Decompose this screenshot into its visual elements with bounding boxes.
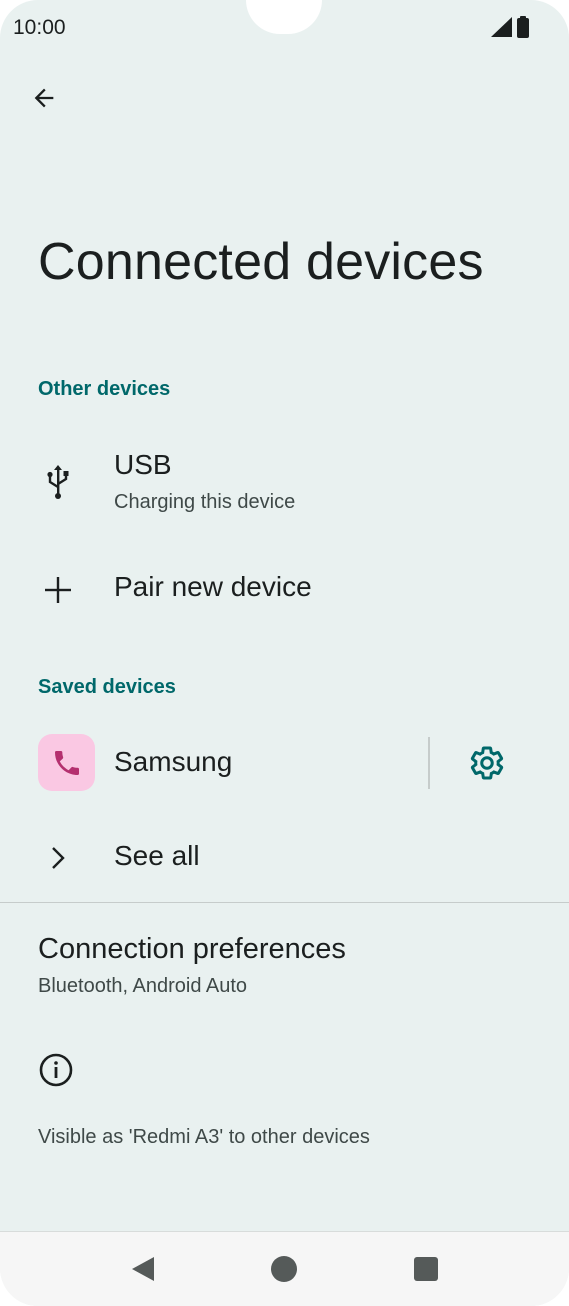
info-icon <box>38 1052 76 1090</box>
usb-row[interactable]: USB Charging this device <box>0 440 569 530</box>
section-header-other-devices: Other devices <box>38 378 171 400</box>
signal-icon <box>491 17 513 41</box>
nav-back-icon <box>132 1257 154 1281</box>
settings-divider <box>428 737 430 789</box>
usb-subtitle: Charging this device <box>114 491 296 513</box>
page-title: Connected devices <box>38 233 484 291</box>
nav-recents-icon <box>414 1257 438 1281</box>
camera-notch <box>246 0 322 34</box>
see-all-row[interactable]: See all <box>0 826 569 890</box>
status-icons <box>491 16 529 42</box>
nav-recents-button[interactable] <box>409 1252 443 1286</box>
see-all-label: See all <box>114 840 200 871</box>
back-button[interactable] <box>26 80 62 116</box>
visibility-info-text: Visible as 'Redmi A3' to other devices <box>38 1126 370 1148</box>
chevron-right-icon <box>38 838 78 878</box>
samsung-settings-button[interactable] <box>466 742 508 784</box>
pair-new-device-label: Pair new device <box>114 571 312 602</box>
navigation-bar <box>0 1231 569 1306</box>
pair-new-device-row[interactable]: Pair new device <box>0 556 569 622</box>
saved-device-name: Samsung <box>114 746 233 777</box>
section-divider <box>0 902 569 903</box>
nav-home-button[interactable] <box>267 1252 301 1286</box>
connection-preferences-subtitle: Bluetooth, Android Auto <box>38 975 248 997</box>
phone-icon <box>38 734 95 791</box>
plus-icon <box>38 570 78 610</box>
phone-screen: 10:00 Connected devices Other devices US… <box>0 0 569 1306</box>
status-time: 10:00 <box>13 16 66 39</box>
nav-back-button[interactable] <box>126 1252 160 1286</box>
gear-icon <box>470 746 504 780</box>
usb-title: USB <box>114 449 172 480</box>
section-header-saved-devices: Saved devices <box>38 676 176 698</box>
usb-icon <box>38 462 78 502</box>
connection-preferences-title: Connection preferences <box>38 933 346 965</box>
arrow-left-icon <box>34 88 54 108</box>
nav-home-icon <box>271 1256 297 1282</box>
battery-icon <box>517 16 529 42</box>
